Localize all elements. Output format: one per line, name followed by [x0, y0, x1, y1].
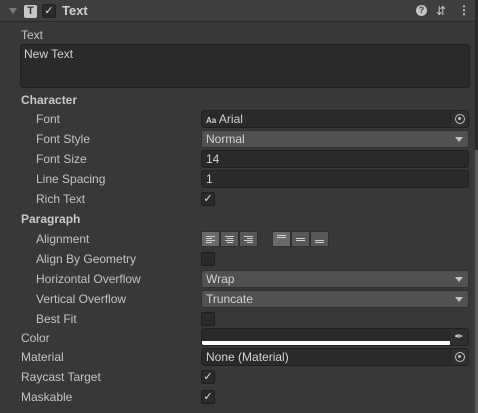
chevron-down-icon — [455, 137, 463, 142]
font-style-value: Normal — [206, 132, 245, 146]
align-top-button[interactable] — [272, 231, 291, 247]
font-label: Font — [36, 112, 61, 126]
font-size-label: Font Size — [36, 152, 87, 166]
maskable-checkbox[interactable]: ✓ — [201, 390, 215, 404]
target-icon — [454, 352, 465, 362]
vertical-overflow-value: Truncate — [206, 292, 253, 306]
object-picker-button[interactable] — [450, 111, 468, 127]
vertical-overflow-dropdown[interactable]: Truncate — [201, 290, 469, 308]
align-by-geometry-checkbox[interactable] — [201, 252, 215, 266]
line-spacing-input[interactable]: 1 — [201, 170, 469, 188]
color-label: Color — [21, 331, 50, 345]
align-center-button[interactable] — [220, 231, 239, 247]
horizontal-overflow-value: Wrap — [206, 272, 235, 286]
horizontal-overflow-label: Horizontal Overflow — [36, 272, 141, 286]
enabled-checkbox[interactable]: ✓ — [42, 4, 56, 18]
line-spacing-label: Line Spacing — [36, 172, 106, 186]
component-header[interactable]: T ✓ Text ? ⇵ ⋮ — [0, 0, 475, 22]
vertical-overflow-label: Vertical Overflow — [36, 292, 127, 306]
raycast-target-checkbox[interactable]: ✓ — [201, 370, 215, 384]
material-field[interactable]: None (Material) — [201, 348, 469, 366]
text-label: Text — [21, 28, 44, 42]
align-middle-button[interactable] — [291, 231, 310, 247]
horizontal-overflow-dropdown[interactable]: Wrap — [201, 270, 469, 288]
object-picker-button[interactable] — [450, 349, 468, 365]
paragraph-section-label: Paragraph — [21, 212, 81, 226]
maskable-label: Maskable — [21, 390, 73, 404]
align-by-geometry-label: Align By Geometry — [36, 252, 137, 266]
font-style-label: Font Style — [36, 132, 91, 146]
foldout-triangle-icon[interactable] — [9, 8, 17, 14]
text-area[interactable]: New Text — [20, 44, 470, 88]
color-field[interactable]: ✒ — [201, 328, 469, 346]
material-value: None (Material) — [206, 350, 289, 364]
eyedropper-icon[interactable]: ✒ — [450, 329, 468, 345]
component-title: Text — [62, 3, 88, 18]
font-value: Arial — [218, 112, 243, 126]
chevron-down-icon — [455, 297, 463, 302]
font-size-input[interactable]: 14 — [201, 150, 469, 168]
align-left-button[interactable] — [201, 231, 220, 247]
preset-sliders-icon[interactable]: ⇵ — [436, 4, 446, 18]
font-field[interactable]: Aa Arial — [201, 110, 469, 128]
font-style-dropdown[interactable]: Normal — [201, 130, 469, 148]
kebab-menu-icon[interactable]: ⋮ — [458, 3, 470, 17]
font-asset-icon: Aa — [206, 116, 217, 125]
rich-text-label: Rich Text — [36, 192, 86, 206]
raycast-target-label: Raycast Target — [21, 370, 101, 384]
best-fit-label: Best Fit — [36, 312, 77, 326]
color-swatch — [202, 341, 451, 345]
material-label: Material — [21, 350, 64, 364]
help-icon[interactable]: ? — [416, 5, 427, 16]
character-section-label: Character — [21, 93, 78, 107]
align-right-button[interactable] — [239, 231, 258, 247]
align-bottom-button[interactable] — [310, 231, 329, 247]
chevron-down-icon — [455, 277, 463, 282]
text-component-icon: T — [24, 5, 37, 18]
alignment-label: Alignment — [36, 232, 90, 246]
best-fit-checkbox[interactable] — [201, 312, 215, 326]
rich-text-checkbox[interactable]: ✓ — [201, 192, 215, 206]
target-icon — [454, 114, 465, 124]
